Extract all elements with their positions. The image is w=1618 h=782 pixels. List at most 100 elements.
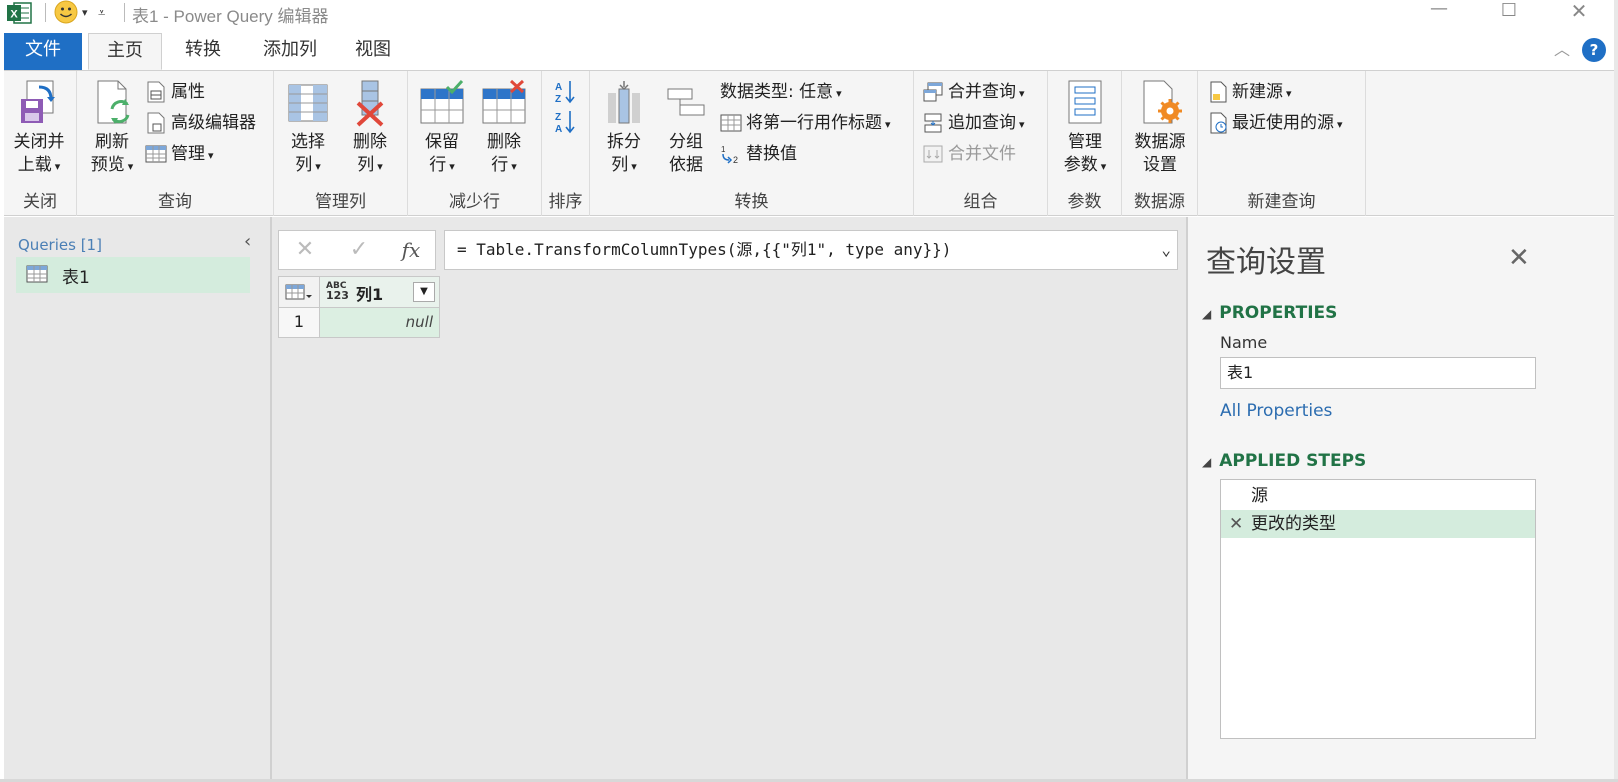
merge-queries-button[interactable]: 合并查询 ▾ [922, 79, 1025, 105]
chevron-down-icon: ▾ [631, 160, 637, 173]
close-load-icon [21, 80, 55, 123]
group-sort: A Z Z A 排序 [542, 71, 590, 216]
choose-columns-button[interactable]: 选择 列 ▾ [278, 79, 338, 178]
remove-rows-button[interactable]: 删除 行 ▾ [474, 79, 534, 178]
split-column-icon [608, 81, 640, 124]
replace-values-button[interactable]: 1 2 替换值 [720, 141, 797, 167]
remove-rows-label-2: 行 [491, 155, 509, 175]
tab-add-column[interactable]: 添加列 [248, 33, 332, 70]
combine-files-label: 合并文件 [948, 144, 1016, 164]
formula-bar[interactable]: = Table.TransformColumnTypes(源,{{"列1", t… [444, 230, 1178, 270]
applied-steps-section[interactable]: ◢ APPLIED STEPS [1202, 451, 1366, 471]
excel-icon[interactable]: X [6, 2, 32, 24]
collapse-triangle-icon: ◢ [1202, 455, 1212, 469]
query-item[interactable]: 表1 [16, 257, 250, 293]
data-type-label: 数据类型: 任意 [720, 82, 834, 102]
sort-ascending-icon[interactable]: A Z [554, 79, 578, 105]
new-source-label: 新建源 [1232, 82, 1283, 102]
chevron-down-icon: ▾ [836, 87, 842, 100]
advanced-editor-icon [147, 112, 165, 134]
properties-section[interactable]: ◢ PROPERTIES [1202, 303, 1337, 323]
manage-parameters-button[interactable]: 管理 参数 ▾ [1054, 79, 1116, 178]
tab-view[interactable]: 视图 [340, 33, 406, 70]
properties-icon [147, 81, 165, 103]
quick-access-customize-icon[interactable]: ⩡ [98, 6, 105, 21]
close-window-icon[interactable]: ✕ [1556, 0, 1602, 25]
manage-parameters-icon [1068, 80, 1102, 124]
table-menu-button[interactable] [278, 276, 320, 308]
remove-columns-label-2: 列 [357, 155, 375, 175]
append-queries-button[interactable]: 追加查询 ▾ [922, 110, 1025, 136]
recent-sources-label: 最近使用的源 [1232, 113, 1334, 133]
smiley-dropdown-icon[interactable]: ▾ [82, 6, 88, 19]
column-header-label: 列1 [356, 285, 384, 304]
group-by-button[interactable]: 分组 依据 [656, 79, 716, 177]
column-filter-dropdown-icon[interactable]: ▼ [413, 282, 435, 302]
split-column-label-1: 拆分 [607, 132, 641, 152]
delete-step-icon[interactable]: ✕ [1229, 510, 1243, 538]
close-settings-icon[interactable]: ✕ [1508, 243, 1530, 273]
queries-pane-title: Queries [1] [18, 236, 102, 254]
main-area: Queries [1] ‹ 表1 ✕ ✓ fx = Table.Transfor… [4, 217, 1614, 779]
help-icon[interactable]: ? [1582, 38, 1606, 62]
column-header[interactable]: ABC 123 列1 ▼ [320, 276, 440, 308]
tab-file[interactable]: 文件 [4, 33, 82, 70]
applied-step[interactable]: 源 [1221, 482, 1535, 510]
commit-formula-icon[interactable]: ✓ [339, 233, 379, 267]
data-type-dropdown[interactable]: 数据类型: 任意 ▾ [720, 79, 842, 105]
combine-files-button[interactable]: 合并文件 [922, 141, 1016, 167]
smiley-feedback-icon[interactable] [54, 0, 78, 24]
close-load-label-2: 上载 [17, 155, 52, 175]
group-new-query: 新建源 ▾ 最近使用的源 ▾ 新建查询 [1198, 71, 1366, 216]
svg-text:1: 1 [721, 145, 726, 154]
query-name-input[interactable]: 表1 [1220, 357, 1536, 389]
close-load-button[interactable]: 关闭并 上载 ▾ [6, 79, 72, 178]
group-combine: 合并查询 ▾ 追加查询 ▾ 合并文件 组合 [914, 71, 1048, 216]
remove-columns-icon [356, 80, 384, 127]
chevron-down-icon: ▾ [377, 160, 383, 173]
collapse-ribbon-icon[interactable]: ︿ [1554, 36, 1570, 60]
properties-title: PROPERTIES [1219, 303, 1338, 323]
remove-rows-label-1: 删除 [487, 132, 521, 152]
refresh-preview-button[interactable]: 刷新 预览 ▾ [81, 79, 143, 178]
table-icon [26, 265, 48, 283]
data-source-settings-button[interactable]: 数据源 设置 [1126, 79, 1194, 177]
column-type-any-icon[interactable]: ABC 123 [326, 281, 349, 301]
group-label-query: 查询 [158, 192, 192, 212]
minimize-icon[interactable]: — [1416, 0, 1462, 24]
chevron-down-icon: ▾ [1100, 160, 1107, 173]
formula-bar-buttons: ✕ ✓ fx [278, 230, 436, 270]
advanced-editor-button[interactable]: 高级编辑器 [145, 110, 256, 136]
group-query: 刷新 预览 ▾ 属性 高级编辑器 管理 ▾ 查询 [77, 71, 274, 216]
tab-transform[interactable]: 转换 [170, 33, 236, 70]
data-preview-area: ✕ ✓ fx = Table.TransformColumnTypes(源,{{… [274, 217, 1186, 779]
cancel-formula-icon[interactable]: ✕ [285, 233, 325, 267]
group-label-transform: 转换 [734, 192, 769, 212]
svg-text:A: A [555, 124, 562, 135]
collapse-queries-pane-icon[interactable]: ‹ [244, 231, 251, 252]
manage-query-button[interactable]: 管理 ▾ [145, 141, 214, 167]
maximize-icon[interactable]: ☐ [1486, 0, 1532, 26]
sort-descending-icon[interactable]: Z A [554, 109, 578, 135]
append-queries-icon [924, 113, 942, 133]
keep-rows-label-1: 保留 [425, 132, 459, 152]
new-source-button[interactable]: 新建源 ▾ [1208, 79, 1292, 105]
tab-home[interactable]: 主页 [88, 33, 162, 70]
merge-queries-label: 合并查询 [948, 82, 1016, 102]
expand-formula-bar-icon[interactable]: ⌄ [1161, 231, 1171, 269]
remove-columns-button[interactable]: 删除 列 ▾ [340, 79, 400, 178]
chevron-down-icon: ▾ [885, 118, 891, 131]
insert-function-icon[interactable]: fx [391, 233, 431, 267]
table-icon [145, 145, 167, 163]
table-cell[interactable]: null [320, 308, 440, 338]
use-first-row-headers-button[interactable]: 将第一行用作标题 ▾ [720, 110, 891, 136]
refresh-label-2: 预览 [90, 155, 125, 175]
keep-rows-button[interactable]: 保留 行 ▾ [412, 79, 472, 178]
remove-columns-label-1: 删除 [353, 132, 387, 152]
split-column-button[interactable]: 拆分 列 ▾ [594, 79, 654, 178]
properties-button[interactable]: 属性 [145, 79, 205, 105]
recent-sources-button[interactable]: 最近使用的源 ▾ [1208, 110, 1343, 136]
applied-step-label: 源 [1251, 486, 1268, 506]
applied-step-selected[interactable]: ✕ 更改的类型 [1221, 510, 1535, 538]
all-properties-link[interactable]: All Properties [1220, 401, 1332, 421]
